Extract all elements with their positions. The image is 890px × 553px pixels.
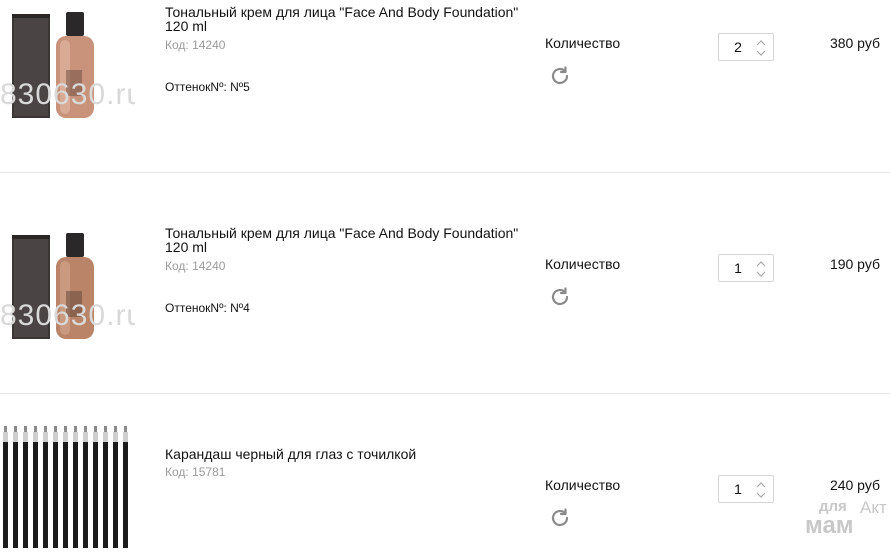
cart-item: 830630.ru Тональный крем для лица "Face … bbox=[0, 0, 890, 221]
row-divider bbox=[0, 393, 890, 394]
item-price: 190 руб bbox=[829, 256, 880, 272]
product-title[interactable]: Тональный крем для лица "Face And Body F… bbox=[165, 5, 525, 33]
site-watermark: для мам Акт bbox=[805, 495, 890, 548]
product-image[interactable] bbox=[0, 422, 135, 548]
watermark-text: 830630.ru bbox=[0, 299, 135, 332]
watermark-logo-icon: для мам Акт bbox=[805, 498, 887, 539]
watermark-side-text: Акт bbox=[860, 498, 887, 517]
quantity-value[interactable]: 1 bbox=[729, 481, 747, 497]
product-title[interactable]: Тональный крем для лица "Face And Body F… bbox=[165, 226, 525, 254]
quantity-value[interactable]: 2 bbox=[729, 39, 747, 55]
chevron-down-icon[interactable] bbox=[755, 48, 767, 58]
quantity-label: Количество bbox=[545, 256, 621, 272]
quantity-label: Количество bbox=[545, 35, 621, 51]
watermark-text: 830630.ru bbox=[0, 78, 135, 111]
cart-item: 830630.ru Тональный крем для лица "Face … bbox=[0, 221, 890, 442]
quantity-stepper[interactable]: 1 bbox=[718, 254, 774, 282]
item-price: 240 руб bbox=[829, 477, 880, 493]
product-image[interactable]: 830630.ru bbox=[0, 0, 135, 130]
quantity-label: Количество bbox=[545, 477, 621, 493]
row-divider bbox=[0, 172, 890, 173]
quantity-value[interactable]: 1 bbox=[729, 260, 747, 276]
product-code: Код: 14240 bbox=[165, 259, 226, 273]
chevron-up-icon[interactable] bbox=[755, 480, 767, 490]
item-price: 380 руб bbox=[829, 35, 880, 51]
quantity-stepper[interactable]: 2 bbox=[718, 33, 774, 61]
refresh-icon[interactable] bbox=[548, 506, 572, 530]
quantity-stepper[interactable]: 1 bbox=[718, 475, 774, 503]
product-title[interactable]: Карандаш черный для глаз с точилкой bbox=[165, 447, 525, 461]
chevron-down-icon[interactable] bbox=[755, 269, 767, 279]
product-code: Код: 14240 bbox=[165, 38, 226, 52]
cart-item: Карандаш черный для глаз с точилкой Код:… bbox=[0, 426, 890, 548]
product-shade: ОттенокNº: Nº5 bbox=[165, 80, 250, 94]
product-shade: ОттенокNº: Nº4 bbox=[165, 301, 250, 315]
chevron-up-icon[interactable] bbox=[755, 259, 767, 269]
chevron-up-icon[interactable] bbox=[755, 38, 767, 48]
product-image[interactable]: 830630.ru bbox=[0, 221, 135, 351]
product-code: Код: 15781 bbox=[165, 465, 226, 479]
refresh-icon[interactable] bbox=[548, 64, 572, 88]
chevron-down-icon[interactable] bbox=[755, 490, 767, 500]
refresh-icon[interactable] bbox=[548, 285, 572, 309]
eye-pencils-icon bbox=[3, 426, 128, 548]
watermark-logo-text: для мам bbox=[805, 498, 854, 539]
